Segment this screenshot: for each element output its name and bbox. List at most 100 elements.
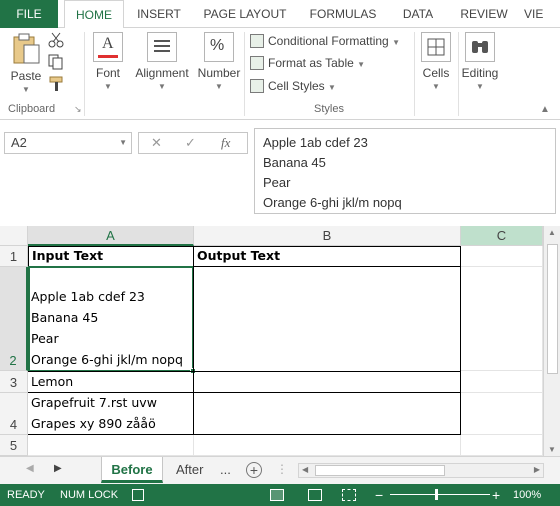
row-header-1[interactable]: 1 xyxy=(0,246,28,267)
cell-c4[interactable] xyxy=(461,393,543,435)
cells-button[interactable]: Cells ▼ xyxy=(418,32,454,91)
conditional-formatting-button[interactable]: Conditional Formatting ▼ xyxy=(250,31,400,51)
tab-file[interactable]: FILE xyxy=(0,0,58,28)
editing-label: Editing xyxy=(461,66,499,80)
formula-bar: A2 ▼ ✕ ✓ fx Apple 1ab cdef 23 Banana 45 … xyxy=(0,120,560,224)
cell-a2[interactable]: Apple 1ab cdef 23 Banana 45 Pear Orange … xyxy=(28,266,194,372)
cell-c2[interactable] xyxy=(461,267,543,371)
chevron-down-icon: ▼ xyxy=(476,82,484,91)
scroll-up-icon[interactable]: ▲ xyxy=(548,228,556,237)
formula-line: Pear xyxy=(263,175,291,190)
sheet-tab-after[interactable]: After xyxy=(176,457,212,483)
add-sheet-icon[interactable]: + xyxy=(246,462,262,478)
cell-a4[interactable]: Grapefruit 7.rst uvw Grapes xy 890 zååö xyxy=(28,392,194,435)
tab-insert[interactable]: INSERT xyxy=(128,0,190,28)
vertical-scroll-thumb[interactable] xyxy=(547,244,558,374)
cancel-icon[interactable]: ✕ xyxy=(151,135,162,151)
paste-label: Paste xyxy=(10,69,42,83)
column-header-c[interactable]: C xyxy=(461,226,543,246)
normal-view-icon[interactable] xyxy=(270,489,284,501)
tab-data[interactable]: DATA xyxy=(392,0,444,28)
horizontal-scroll-thumb[interactable] xyxy=(315,465,445,476)
dialog-launcher-icon[interactable]: ↘ xyxy=(74,104,82,115)
format-as-table-button[interactable]: Format as Table ▼ xyxy=(250,53,365,73)
formula-line: Orange 6-ghi jkl/m nopq xyxy=(263,195,402,210)
cells-icon xyxy=(421,32,451,62)
cell-a3[interactable]: Lemon xyxy=(28,371,194,393)
cell-b5[interactable] xyxy=(194,435,461,456)
format-as-table-icon xyxy=(250,56,264,70)
styles-group-label: Styles xyxy=(314,103,344,115)
page-break-view-icon[interactable] xyxy=(342,489,356,501)
enter-icon[interactable]: ✓ xyxy=(185,135,196,151)
cell-a5[interactable] xyxy=(28,435,194,456)
sheet-next-icon[interactable]: ▶ xyxy=(54,463,62,474)
cell-c3[interactable] xyxy=(461,371,543,393)
chevron-down-icon[interactable]: ▼ xyxy=(119,133,127,153)
formula-line: Banana 45 xyxy=(263,155,326,170)
divider xyxy=(458,32,459,116)
number-button[interactable]: % Number ▼ xyxy=(196,32,242,91)
row-header-4[interactable]: 4 xyxy=(0,393,28,435)
font-label: Font xyxy=(95,66,120,80)
tab-view[interactable]: VIE xyxy=(524,0,560,28)
cell-b1[interactable]: Output Text xyxy=(193,246,461,267)
splitter-icon[interactable]: ⋮ xyxy=(276,462,288,476)
zoom-in-icon[interactable]: + xyxy=(492,484,500,506)
vertical-scrollbar[interactable]: ▲ ▼ xyxy=(543,226,560,456)
tab-formulas[interactable]: FORMULAS xyxy=(302,0,384,28)
zoom-slider[interactable] xyxy=(390,494,490,495)
cell-b4[interactable] xyxy=(193,392,461,435)
ribbon: Paste ▼ Clipboard ↘ A Font ▼ Alignment ▼… xyxy=(0,28,560,120)
collapse-ribbon-icon[interactable]: ▲ xyxy=(540,104,550,115)
row-header-3[interactable]: 3 xyxy=(0,371,28,393)
formula-input[interactable]: Apple 1ab cdef 23 Banana 45 Pear Orange … xyxy=(254,128,556,214)
cell-c5[interactable] xyxy=(461,435,543,456)
alignment-button[interactable]: Alignment ▼ xyxy=(132,32,192,91)
sheet-prev-icon[interactable]: ◀ xyxy=(26,463,34,474)
format-painter-icon[interactable] xyxy=(48,76,64,92)
scroll-right-icon[interactable]: ▶ xyxy=(534,465,540,474)
zoom-out-icon[interactable]: − xyxy=(375,484,383,506)
zoom-slider-thumb[interactable] xyxy=(435,489,438,500)
zoom-level[interactable]: 100% xyxy=(513,484,541,506)
column-header-b[interactable]: B xyxy=(194,226,461,246)
row-header-2[interactable]: 2 xyxy=(0,267,28,371)
cell-styles-icon xyxy=(250,79,264,93)
status-bar: READY NUM LOCK − + 100% xyxy=(0,484,560,506)
cells-label: Cells xyxy=(422,66,450,80)
tab-review[interactable]: REVIEW xyxy=(452,0,516,28)
horizontal-scrollbar[interactable]: ◀ ▶ xyxy=(298,463,544,478)
row-header-5[interactable]: 5 xyxy=(0,435,28,456)
status-numlock: NUM LOCK xyxy=(60,489,119,501)
cell-b2[interactable] xyxy=(193,266,461,372)
macro-record-icon[interactable] xyxy=(132,489,144,501)
page-layout-view-icon[interactable] xyxy=(308,489,322,501)
chevron-down-icon: ▼ xyxy=(158,82,166,91)
scroll-left-icon[interactable]: ◀ xyxy=(302,465,308,474)
scroll-down-icon[interactable]: ▼ xyxy=(548,445,556,454)
column-header-a[interactable]: A xyxy=(28,226,194,246)
sheet-more-button[interactable]: ... xyxy=(220,457,236,483)
font-button[interactable]: A Font ▼ xyxy=(90,32,126,91)
tab-page-layout[interactable]: PAGE LAYOUT xyxy=(196,0,294,28)
editing-button[interactable]: Editing ▼ xyxy=(460,32,500,91)
cell-c1[interactable] xyxy=(461,246,543,267)
chevron-down-icon: ▼ xyxy=(215,82,223,91)
cell-a1[interactable]: Input Text xyxy=(28,246,194,267)
sheet-tab-before[interactable]: Before xyxy=(101,457,163,483)
tab-home[interactable]: HOME xyxy=(64,0,124,29)
chevron-down-icon: ▼ xyxy=(22,85,30,94)
paste-icon xyxy=(13,33,40,64)
name-box[interactable]: A2 ▼ xyxy=(4,132,132,154)
select-all-corner[interactable] xyxy=(0,226,28,246)
paste-button[interactable]: Paste ▼ xyxy=(8,32,44,94)
alignment-label: Alignment xyxy=(135,66,189,80)
cell-styles-button[interactable]: Cell Styles ▼ xyxy=(250,76,336,96)
formula-controls: ✕ ✓ fx xyxy=(138,132,248,154)
copy-icon[interactable] xyxy=(48,54,64,70)
cell-b3[interactable] xyxy=(193,371,461,393)
percent-icon: % xyxy=(204,32,234,62)
insert-function-icon[interactable]: fx xyxy=(221,135,230,151)
cut-icon[interactable] xyxy=(48,32,64,48)
